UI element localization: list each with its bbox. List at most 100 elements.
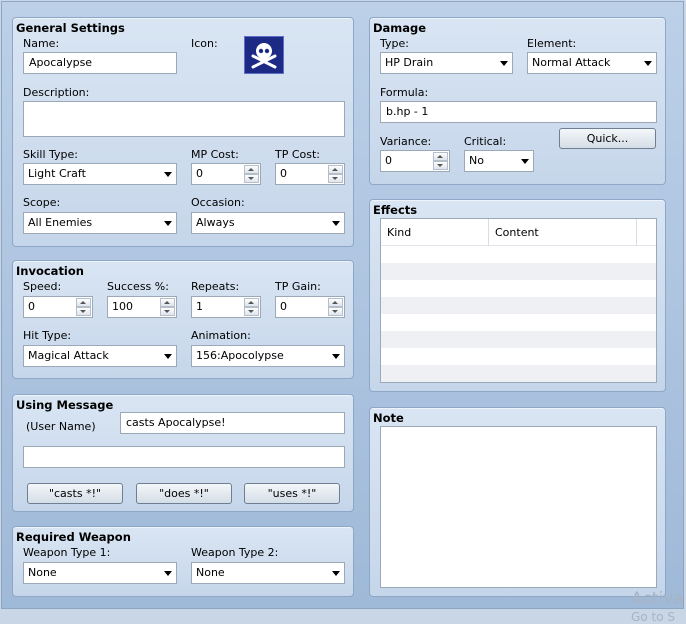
critical-select[interactable]: No	[464, 150, 534, 172]
spin-up-icon[interactable]	[328, 165, 343, 174]
skill-type-value: Light Craft	[28, 167, 86, 180]
damage-type-select[interactable]: HP Drain	[380, 52, 513, 74]
effects-list-header: Kind Content	[381, 219, 656, 246]
icon-selector[interactable]	[244, 36, 284, 74]
chevron-down-icon	[500, 61, 508, 66]
tp-gain-label: TP Gain:	[275, 280, 321, 293]
variance-stepper[interactable]: 0	[380, 150, 450, 172]
effects-group: Effects Kind Content	[369, 199, 666, 392]
success-value: 100	[112, 300, 133, 313]
general-settings-group: General Settings Name: Apocalypse Icon: …	[12, 17, 354, 247]
list-item[interactable]	[381, 314, 656, 331]
spin-down-icon[interactable]	[160, 307, 175, 316]
does-button[interactable]: "does *!"	[136, 483, 232, 504]
occasion-label: Occasion:	[191, 196, 245, 209]
variance-value: 0	[385, 154, 392, 167]
user-name-label: (User Name)	[26, 420, 96, 433]
tp-gain-value: 0	[280, 300, 287, 313]
animation-label: Animation:	[191, 329, 251, 342]
element-label: Element:	[527, 37, 577, 50]
mp-cost-stepper[interactable]: 0	[191, 163, 261, 185]
mp-cost-label: MP Cost:	[191, 148, 239, 161]
critical-value: No	[469, 154, 484, 167]
casts-button[interactable]: "casts *!"	[27, 483, 123, 504]
chevron-down-icon	[332, 571, 340, 576]
name-label: Name:	[23, 37, 60, 50]
column-header-content[interactable]: Content	[489, 219, 637, 246]
formula-label: Formula:	[380, 86, 429, 99]
column-header-kind[interactable]: Kind	[381, 219, 489, 246]
using-message-group: Using Message (User Name) casts Apocalyp…	[12, 394, 354, 512]
chevron-down-icon	[521, 159, 529, 164]
spin-up-icon[interactable]	[244, 165, 259, 174]
speed-value: 0	[28, 300, 35, 313]
hit-type-select[interactable]: Magical Attack	[23, 345, 177, 367]
weapon-type1-select[interactable]: None	[23, 562, 177, 584]
damage-group: Damage Type: HP Drain Element: Normal At…	[369, 17, 666, 185]
chevron-down-icon	[164, 354, 172, 359]
message-line2-field[interactable]	[23, 446, 345, 468]
spin-down-icon[interactable]	[328, 307, 343, 316]
icon-label: Icon:	[191, 37, 218, 50]
uses-button[interactable]: "uses *!"	[244, 483, 340, 504]
list-item[interactable]	[381, 297, 656, 314]
repeats-value: 1	[196, 300, 203, 313]
group-title: Damage	[373, 21, 427, 35]
repeats-stepper[interactable]: 1	[191, 296, 261, 318]
speed-stepper[interactable]: 0	[23, 296, 93, 318]
activation-watermark: Activa	[631, 589, 684, 609]
list-item[interactable]	[381, 348, 656, 365]
required-weapon-group: Required Weapon Weapon Type 1: None Weap…	[12, 526, 354, 597]
list-item[interactable]	[381, 280, 656, 297]
hit-type-label: Hit Type:	[23, 329, 72, 342]
mp-cost-value: 0	[196, 167, 203, 180]
description-field[interactable]	[23, 101, 345, 137]
list-item[interactable]	[381, 331, 656, 348]
skill-type-select[interactable]: Light Craft	[23, 163, 177, 185]
animation-select[interactable]: 156:Apocolypse	[191, 345, 345, 367]
group-title: Using Message	[16, 398, 114, 412]
spin-down-icon[interactable]	[244, 307, 259, 316]
skull-crossbones-icon	[251, 43, 277, 69]
spin-down-icon[interactable]	[244, 174, 259, 183]
spin-up-icon[interactable]	[76, 298, 91, 307]
weapon-type1-label: Weapon Type 1:	[23, 546, 111, 559]
success-stepper[interactable]: 100	[107, 296, 177, 318]
spin-up-icon[interactable]	[328, 298, 343, 307]
spin-down-icon[interactable]	[328, 174, 343, 183]
note-field[interactable]	[380, 426, 657, 588]
chevron-down-icon	[332, 221, 340, 226]
list-item[interactable]	[381, 365, 656, 382]
tp-cost-stepper[interactable]: 0	[275, 163, 345, 185]
damage-type-label: Type:	[380, 37, 409, 50]
spin-down-icon[interactable]	[433, 161, 448, 170]
scope-value: All Enemies	[28, 216, 93, 229]
spin-up-icon[interactable]	[244, 298, 259, 307]
group-title: General Settings	[16, 21, 125, 35]
quick-button[interactable]: Quick...	[559, 128, 656, 149]
message-line1-field[interactable]: casts Apocalypse!	[120, 412, 345, 434]
occasion-select[interactable]: Always	[191, 212, 345, 234]
skill-editor-panel: General Settings Name: Apocalypse Icon: …	[1, 1, 684, 609]
success-label: Success %:	[107, 280, 169, 293]
description-label: Description:	[23, 86, 90, 99]
spin-up-icon[interactable]	[160, 298, 175, 307]
tp-gain-stepper[interactable]: 0	[275, 296, 345, 318]
note-group: Note	[369, 407, 666, 597]
chevron-down-icon	[164, 172, 172, 177]
name-field[interactable]: Apocalypse	[23, 52, 177, 74]
effects-list[interactable]: Kind Content	[380, 218, 657, 383]
weapon-type2-label: Weapon Type 2:	[191, 546, 279, 559]
group-title: Invocation	[16, 264, 84, 278]
scope-select[interactable]: All Enemies	[23, 212, 177, 234]
spin-down-icon[interactable]	[76, 307, 91, 316]
list-item[interactable]	[381, 263, 656, 280]
element-select[interactable]: Normal Attack	[527, 52, 657, 74]
invocation-group: Invocation Speed: 0 Success %: 100 Repea…	[12, 260, 354, 379]
formula-field[interactable]: b.hp - 1	[380, 101, 657, 123]
group-title: Note	[373, 411, 404, 425]
chevron-down-icon	[164, 571, 172, 576]
spin-up-icon[interactable]	[433, 152, 448, 161]
weapon-type2-select[interactable]: None	[191, 562, 345, 584]
damage-type-value: HP Drain	[385, 56, 434, 69]
